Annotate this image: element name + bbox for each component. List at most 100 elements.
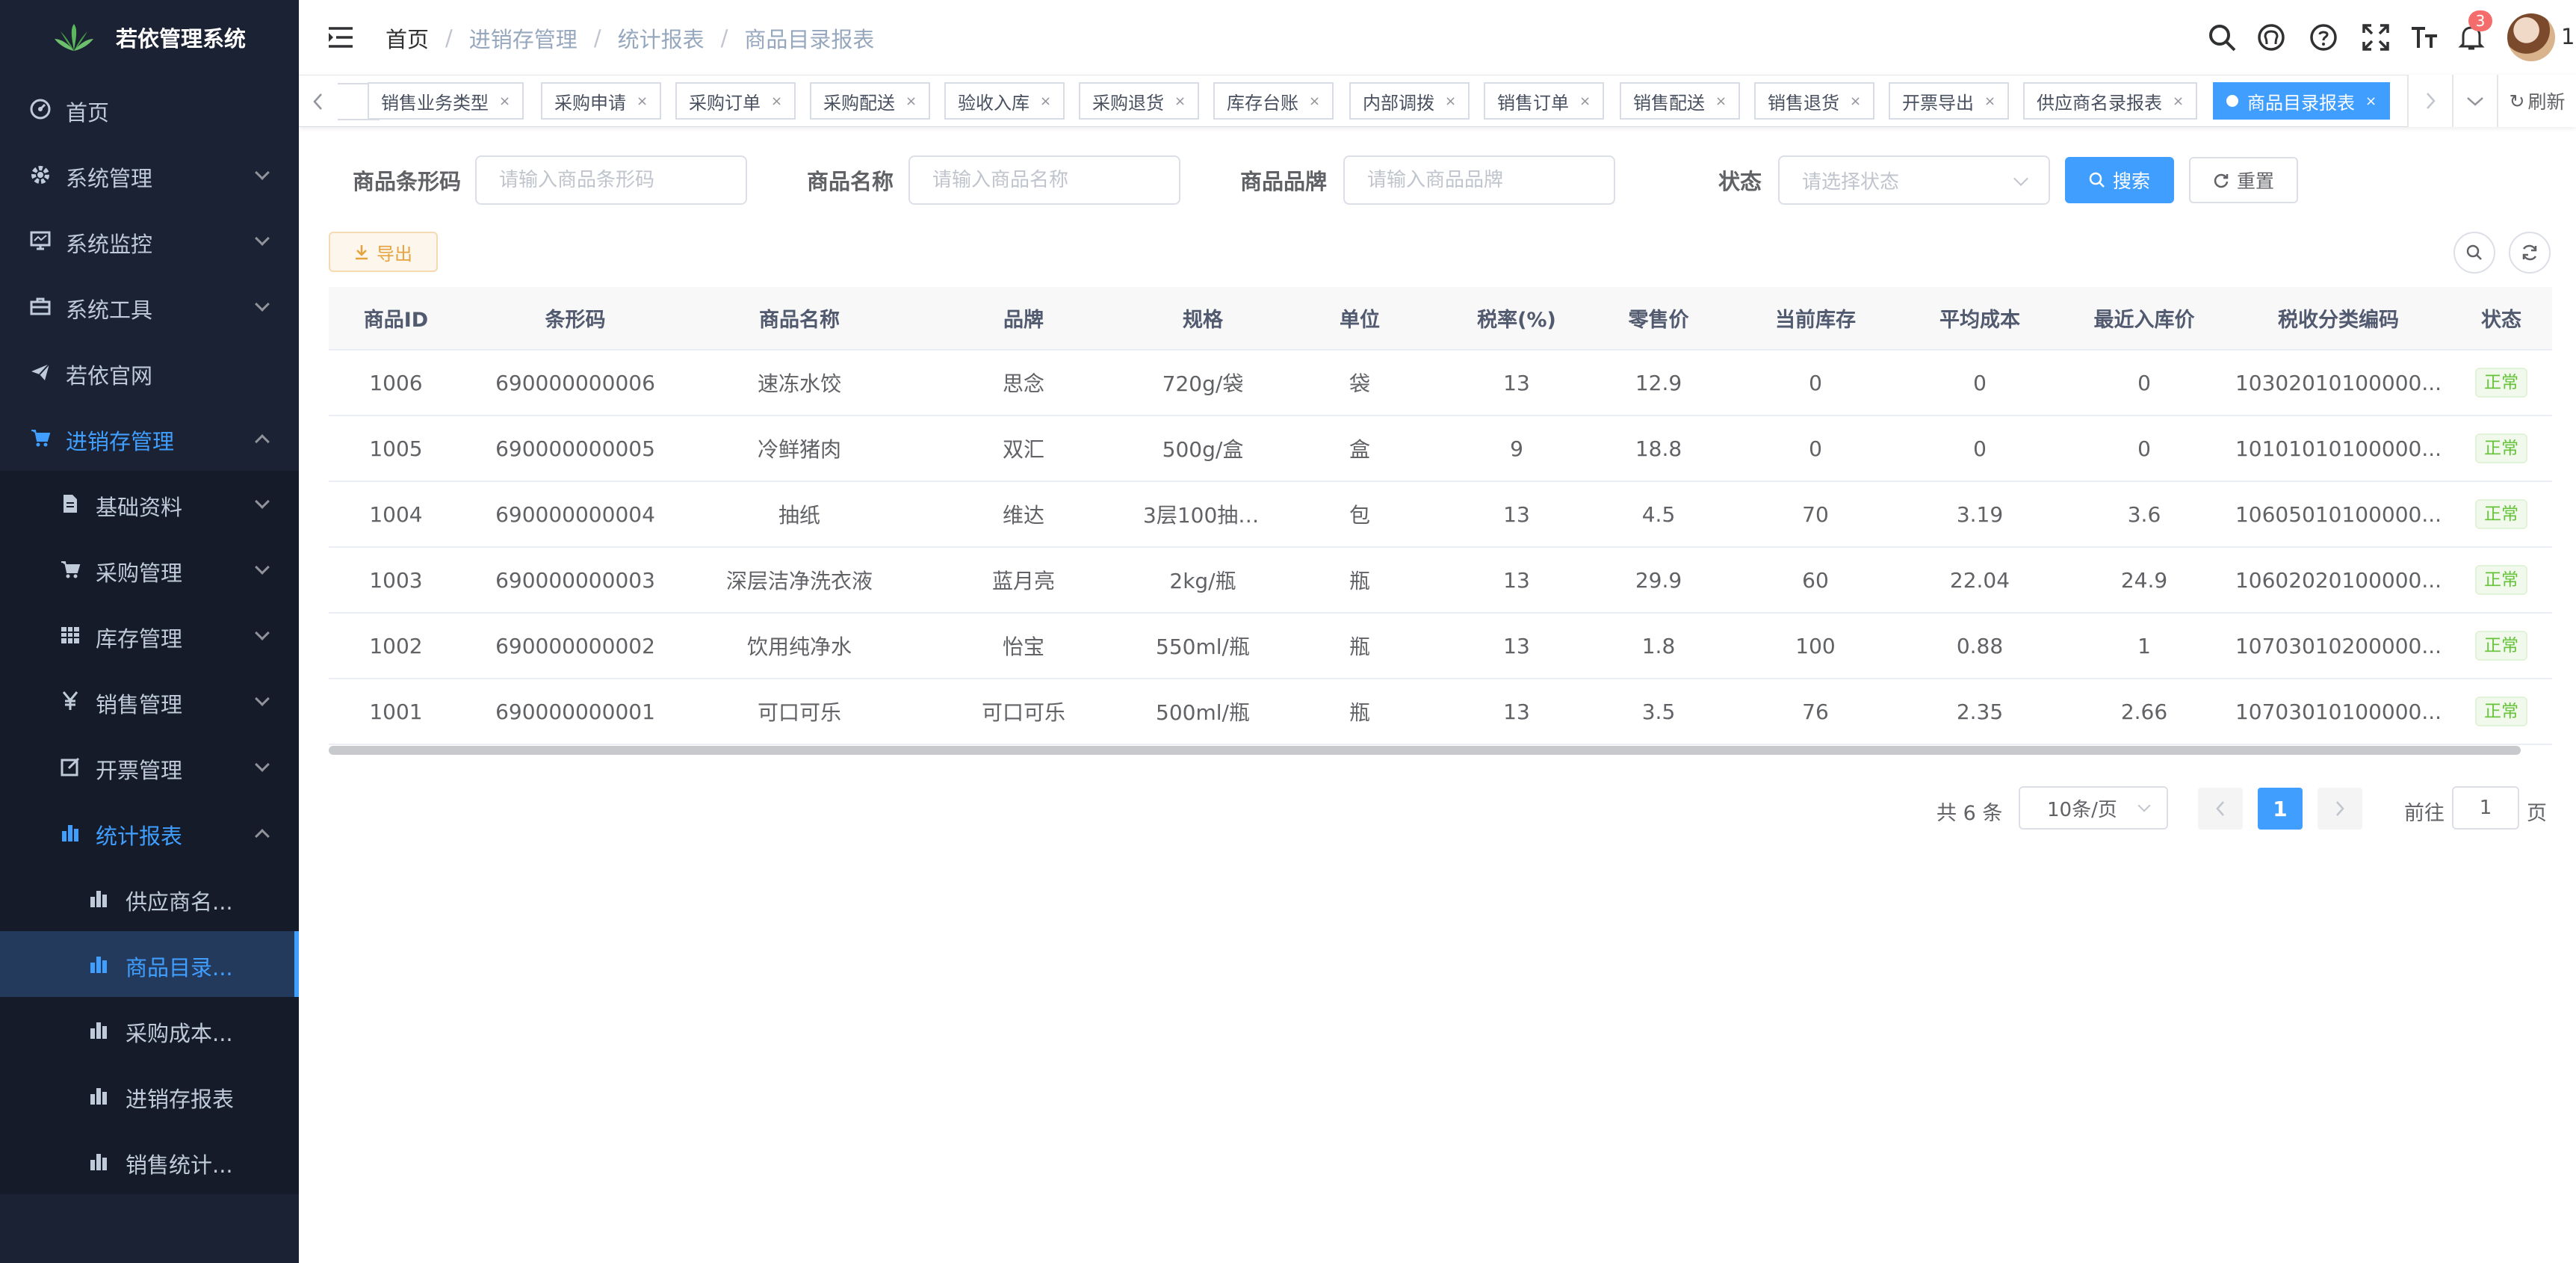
sidebar-item-sales-management[interactable]: 销售管理 bbox=[0, 668, 299, 734]
table-row[interactable]: 1002 690000000002 饮用纯净水 怡宝 550ml/瓶瓶 13 1.8 100 0… bbox=[329, 613, 2552, 679]
sidebar-item-inventory-report[interactable]: 进销存报表 bbox=[0, 1063, 299, 1128]
sidebar-item-purchase-cost-report[interactable]: 采购成本... bbox=[0, 997, 299, 1063]
barcode-input[interactable] bbox=[475, 155, 747, 205]
help-icon[interactable] bbox=[2309, 22, 2338, 52]
sidebar-item-home[interactable]: 首页 bbox=[0, 76, 299, 142]
toggle-search-button[interactable] bbox=[2453, 232, 2495, 274]
tag-sales-order[interactable]: 销售订单 × bbox=[1484, 82, 1605, 120]
column-header: 商品ID bbox=[329, 287, 463, 351]
table-cell: 0 bbox=[2062, 416, 2226, 482]
tag-receiving[interactable]: 验收入库 × bbox=[944, 82, 1065, 120]
tag-purchase-return[interactable]: 采购退货 × bbox=[1079, 82, 1200, 120]
tag-sales-business-type[interactable]: 销售业务类型 × bbox=[368, 82, 524, 120]
font-size-icon[interactable] bbox=[2410, 22, 2440, 52]
table-row[interactable]: 1003 690000000003 深层洁净洗衣液 蓝月亮 2kg/瓶瓶 13 29.9 60… bbox=[329, 547, 2552, 614]
close-icon[interactable]: × bbox=[1850, 93, 1861, 109]
table-cell: 2.66 bbox=[2062, 679, 2226, 745]
page-number-current[interactable]: 1 bbox=[2258, 788, 2303, 830]
table-cell: 10605010100000... bbox=[2226, 481, 2450, 548]
tag-product-catalog-report[interactable]: 商品目录报表 × bbox=[2213, 82, 2391, 120]
sidebar-item-invoice-management[interactable]: 开票管理 bbox=[0, 734, 299, 800]
breadcrumb-reports[interactable]: 统计报表 bbox=[618, 22, 705, 54]
search-button[interactable]: 搜索 bbox=[2065, 157, 2174, 203]
sidebar-item-label: 采购成本... bbox=[126, 1021, 233, 1046]
close-icon[interactable]: × bbox=[1715, 93, 1727, 109]
sidebar-item-system-management[interactable]: 系统管理 bbox=[0, 142, 299, 208]
close-icon[interactable]: × bbox=[1174, 93, 1186, 109]
sidebar-item-stock-management[interactable]: 库存管理 bbox=[0, 602, 299, 668]
close-icon[interactable]: × bbox=[905, 93, 917, 109]
product-name-input[interactable] bbox=[908, 155, 1180, 205]
tag-internal-transfer[interactable]: 内部调拨 × bbox=[1349, 82, 1470, 120]
refresh-table-button[interactable] bbox=[2509, 232, 2551, 274]
refresh-button[interactable]: ↻ 刷新 bbox=[2497, 75, 2576, 127]
close-icon[interactable]: × bbox=[2365, 93, 2377, 109]
breadcrumb-home[interactable]: 首页 bbox=[386, 22, 429, 54]
sidebar-item-system-monitor[interactable]: 系统监控 bbox=[0, 208, 299, 274]
tag-supplier-report[interactable]: 供应商名录报表 × bbox=[2023, 82, 2198, 120]
next-page-button[interactable] bbox=[2318, 788, 2362, 830]
table-cell: 3.19 bbox=[1898, 481, 2062, 548]
close-icon[interactable]: × bbox=[499, 93, 510, 109]
sidebar-item-purchase-management[interactable]: 采购管理 bbox=[0, 537, 299, 602]
search-icon bbox=[2466, 244, 2482, 260]
search-icon[interactable] bbox=[2207, 22, 2237, 52]
table-cell-status: 正常 bbox=[2450, 679, 2552, 745]
table-cell: 2kg/瓶 bbox=[1136, 547, 1270, 614]
close-icon[interactable]: × bbox=[2173, 93, 2184, 109]
sidebar-item-product-catalog-report[interactable]: 商品目录... bbox=[0, 931, 299, 997]
hamburger-icon[interactable] bbox=[326, 22, 356, 52]
github-icon[interactable] bbox=[2256, 22, 2286, 52]
tag-sales-delivery[interactable]: 销售配送 × bbox=[1620, 82, 1741, 120]
tag-label: 采购退货 bbox=[1092, 92, 1164, 114]
tags-scroll-left-button[interactable] bbox=[299, 75, 338, 128]
tag-purchase-order[interactable]: 采购订单 × bbox=[675, 82, 796, 120]
tag-purchase-request[interactable]: 采购申请 × bbox=[541, 82, 662, 120]
export-button[interactable]: 导出 bbox=[329, 232, 438, 272]
table-cell: 690000000004 bbox=[463, 481, 687, 548]
tag-invoice-export[interactable]: 开票导出 × bbox=[1889, 82, 2010, 120]
reset-button-label: 重置 bbox=[2236, 170, 2274, 192]
fullscreen-icon[interactable] bbox=[2361, 22, 2391, 52]
reset-button[interactable]: 重置 bbox=[2189, 157, 2298, 203]
close-icon[interactable]: × bbox=[1445, 93, 1456, 109]
table-row[interactable]: 1005 690000000005 冷鲜猪肉 双汇 500g/盒盒 9 18.8 0 0 0 101… bbox=[329, 416, 2552, 482]
column-header: 最近入库价 bbox=[2062, 287, 2226, 351]
sidebar-item-basic-data[interactable]: 基础资料 bbox=[0, 471, 299, 537]
table-cell: 抽纸 bbox=[687, 481, 911, 548]
tag-stock-ledger[interactable]: 库存台账 × bbox=[1213, 82, 1334, 120]
status-badge: 正常 bbox=[2475, 565, 2527, 595]
horizontal-scrollbar[interactable] bbox=[329, 746, 2521, 755]
sidebar-item-supplier-report[interactable]: 供应商名... bbox=[0, 865, 299, 931]
status-select[interactable]: 请选择状态 bbox=[1778, 155, 2050, 205]
tags-scroll-right-button[interactable] bbox=[2407, 75, 2452, 127]
tags-dropdown-button[interactable] bbox=[2452, 75, 2497, 127]
goto-page-input[interactable] bbox=[2452, 786, 2519, 830]
avatar[interactable] bbox=[2507, 13, 2555, 61]
sidebar-item-sales-statistics[interactable]: 销售统计... bbox=[0, 1128, 299, 1194]
tag-sales-return[interactable]: 销售退货 × bbox=[1754, 82, 1875, 120]
sidebar-item-system-tools[interactable]: 系统工具 bbox=[0, 274, 299, 339]
breadcrumb-inventory[interactable]: 进销存管理 bbox=[469, 22, 578, 54]
sidebar-item-label: 开票管理 bbox=[96, 758, 183, 783]
sidebar-item-label: 销售管理 bbox=[96, 692, 183, 717]
prev-page-button[interactable] bbox=[2198, 788, 2243, 830]
close-icon[interactable]: × bbox=[1984, 93, 1996, 109]
close-icon[interactable]: × bbox=[771, 93, 782, 109]
close-icon[interactable]: × bbox=[637, 93, 648, 109]
close-icon[interactable]: × bbox=[1040, 93, 1051, 109]
tag-purchase-delivery[interactable]: 采购配送 × bbox=[810, 82, 931, 120]
bar-chart-icon bbox=[87, 886, 111, 910]
table-row[interactable]: 1001 690000000001 可口可乐 可口可乐 500ml/瓶瓶 13 3.5 76 2… bbox=[329, 679, 2552, 745]
avatar-label[interactable]: 1 bbox=[2561, 24, 2575, 49]
sidebar-item-statistics-reports[interactable]: 统计报表 bbox=[0, 800, 299, 865]
close-icon[interactable]: × bbox=[1579, 93, 1591, 109]
page-size-select[interactable]: 10条/页 bbox=[2019, 786, 2168, 830]
table-row[interactable]: 1004 690000000004 抽纸 维达 3层100抽/包包 13 4.5 70 3.19… bbox=[329, 481, 2552, 548]
sidebar-item-ruoyi-site[interactable]: 若依官网 bbox=[0, 339, 299, 405]
chevron-down-icon bbox=[2013, 171, 2028, 186]
table-row[interactable]: 1006 690000000006 速冻水饺 思念 720g/袋袋 13 12.9 0 0 0 10… bbox=[329, 350, 2552, 416]
brand-input[interactable] bbox=[1343, 155, 1615, 205]
sidebar-item-inventory-management[interactable]: 进销存管理 bbox=[0, 405, 299, 471]
close-icon[interactable]: × bbox=[1309, 93, 1320, 109]
